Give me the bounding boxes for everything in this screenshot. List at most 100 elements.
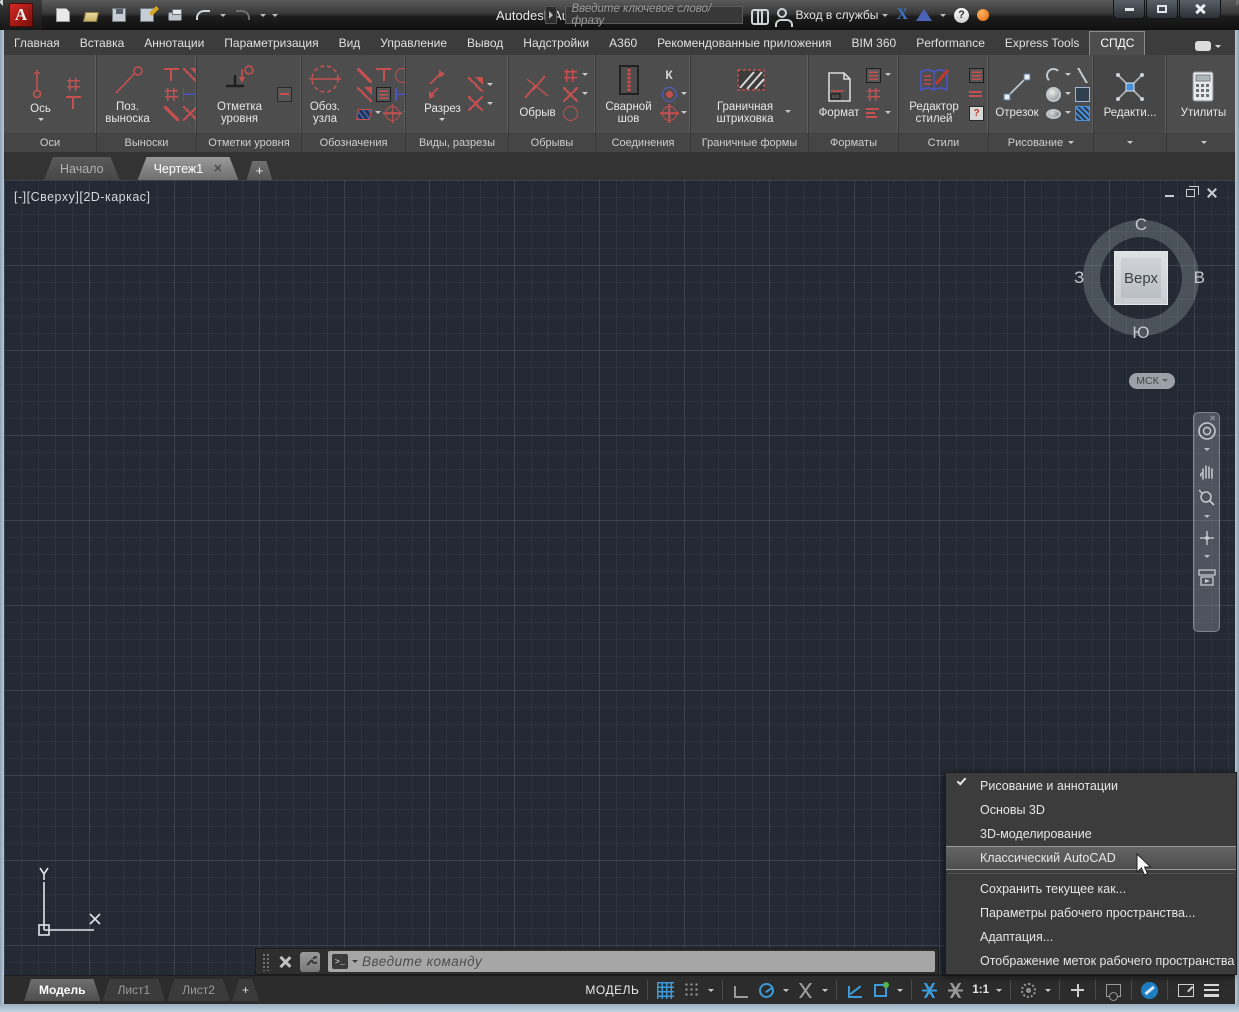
clean-screen-button[interactable] [1176, 981, 1195, 1000]
search-icon[interactable] [751, 9, 769, 21]
panel-title-level-marks[interactable]: Отметки уровня [197, 133, 301, 152]
graphics-performance-button[interactable] [1140, 981, 1159, 1000]
redo-button[interactable] [232, 5, 254, 25]
plot-button[interactable] [164, 5, 186, 25]
layout-tab-model[interactable]: Модель [24, 979, 100, 1001]
zoom-caret[interactable] [1204, 515, 1210, 521]
format-table-icon[interactable] [866, 68, 881, 83]
object-snap-toggle[interactable] [871, 981, 890, 1000]
annotation-scale-button[interactable]: 1:1 [972, 981, 989, 1000]
circle-caret[interactable] [1065, 92, 1071, 98]
quick-properties-toggle[interactable] [1104, 981, 1123, 1000]
symbol-target-caret[interactable] [404, 111, 405, 117]
panel-title-leaders[interactable]: Выноски [97, 133, 196, 152]
navigation-wheel-icon[interactable] [1197, 421, 1217, 441]
menu-item-classic-autocad[interactable]: Классический AutoCAD [946, 846, 1236, 870]
format-table-caret[interactable] [885, 73, 891, 79]
workspace-switching-button[interactable] [1019, 981, 1038, 1000]
section-button[interactable]: Разрез [421, 64, 464, 125]
ribbon-display-options[interactable] [1195, 41, 1221, 55]
symbol-wedge-caret[interactable] [375, 111, 381, 117]
rectangle-icon[interactable] [1075, 87, 1090, 102]
style-help-icon[interactable]: ? [969, 106, 984, 121]
panel-title-modify[interactable] [1094, 133, 1166, 152]
axis-button[interactable]: Ось [20, 64, 62, 125]
leader-width-icon[interactable] [183, 87, 197, 102]
minimize-button[interactable] [1113, 0, 1145, 19]
tab-vyvod[interactable]: Вывод [457, 32, 513, 55]
viewcube-east[interactable]: В [1194, 268, 1205, 288]
style-gost-icon[interactable] [969, 87, 984, 102]
panel-title-symbols[interactable]: Обозначения [302, 133, 405, 152]
tab-recommended-apps[interactable]: Рекомендованные приложения [647, 32, 841, 55]
joint-bolt-icon[interactable] [662, 87, 677, 102]
boundary-hatch-button[interactable]: Граничная штриховка [705, 62, 794, 126]
osnap-caret[interactable] [897, 989, 903, 995]
showmotion-icon[interactable] [1197, 568, 1217, 586]
level-mark-button[interactable]: Отметка уровня [207, 62, 273, 126]
panel-title-draw[interactable]: Рисование [989, 133, 1093, 152]
symbol-span-icon[interactable] [395, 87, 405, 102]
file-tab-start[interactable]: Начало [44, 157, 120, 180]
layout-tab-sheet2[interactable]: Лист2 [167, 979, 230, 1001]
drawing1-close-icon[interactable]: ✕ [213, 162, 222, 175]
view-detail-icon[interactable] [468, 96, 483, 111]
viewcube-west[interactable]: З [1074, 268, 1084, 288]
format-list-caret[interactable] [885, 111, 891, 117]
customization-button[interactable] [1202, 981, 1221, 1000]
tab-annotacii[interactable]: Аннотации [134, 32, 214, 55]
viewport-controls[interactable]: [-][Сверху][2D-каркас] [14, 190, 151, 204]
hatch-icon[interactable] [1075, 106, 1090, 121]
command-input[interactable]: >_ Введите команду [328, 951, 935, 972]
qat-customize-caret[interactable] [272, 14, 278, 20]
break-cylinder-icon[interactable] [563, 106, 578, 121]
tab-upravlenie[interactable]: Управление [370, 32, 457, 55]
line-button[interactable]: Отрезок [992, 68, 1041, 120]
drawing-restore-icon[interactable] [1186, 189, 1195, 197]
command-customize-button[interactable] [300, 952, 320, 972]
drawing-close-icon[interactable] [1207, 188, 1217, 198]
view-arrow-caret[interactable] [487, 83, 493, 89]
new-button[interactable] [52, 5, 74, 25]
viewcube-top-face[interactable]: Верх [1114, 251, 1168, 305]
save-as-button[interactable] [136, 5, 158, 25]
panel-title-views-sections[interactable]: Виды, разрезы [406, 133, 508, 152]
help-button[interactable]: ? [954, 8, 969, 23]
panel-title-utilities[interactable] [1167, 133, 1239, 152]
viewcube-south[interactable]: Ю [1132, 323, 1149, 343]
leader-chain-icon[interactable] [165, 88, 178, 101]
leader-vertical-icon[interactable] [164, 68, 179, 83]
format-button[interactable]: Формат [816, 68, 863, 120]
tab-parametrizaciya[interactable]: Параметризация [214, 32, 328, 55]
joint-weld-point-icon[interactable] [662, 106, 677, 121]
spline-icon[interactable] [1075, 68, 1090, 83]
zoom-extents-icon[interactable] [1197, 488, 1217, 508]
ortho-toggle[interactable] [731, 981, 750, 1000]
tab-vstavka[interactable]: Вставка [70, 32, 135, 55]
menu-item-display-workspace-labels[interactable]: Отображение меток рабочего пространства [946, 949, 1236, 973]
search-input[interactable]: Введите ключевое слово/фразу [565, 6, 743, 24]
workspace-caret[interactable] [1045, 989, 1051, 995]
orbit-icon[interactable] [1197, 528, 1217, 548]
redo-dropdown-caret[interactable] [260, 14, 266, 20]
arc-icon[interactable] [1046, 68, 1061, 83]
infocenter-collapse-button[interactable] [545, 6, 557, 24]
arc-caret[interactable] [1065, 73, 1071, 79]
viewcube[interactable]: С В Ю З Верх [1083, 220, 1199, 336]
level-frame-icon[interactable] [277, 87, 292, 102]
symbol-fork-icon[interactable] [376, 68, 391, 83]
menu-item-3d-modeling[interactable]: 3D-моделирование [946, 822, 1236, 846]
ellipse-icon[interactable] [1046, 109, 1061, 119]
pan-hand-icon[interactable] [1197, 461, 1217, 481]
drawing-minimize-icon[interactable] [1165, 195, 1174, 197]
panel-title-joints[interactable]: Соединения [596, 133, 690, 152]
leader-arrow-icon[interactable] [183, 68, 197, 83]
view-detail-caret[interactable] [487, 102, 493, 108]
joint-weld-point-caret[interactable] [681, 111, 687, 117]
save-button[interactable] [108, 5, 130, 25]
a360-caret[interactable] [940, 14, 946, 20]
joint-k-icon[interactable]: К [662, 68, 677, 83]
symbol-wedge-icon[interactable] [356, 109, 372, 120]
file-tab-drawing1[interactable]: Чертеж1 ✕ [138, 157, 239, 180]
autoscale-toggle[interactable] [946, 981, 965, 1000]
